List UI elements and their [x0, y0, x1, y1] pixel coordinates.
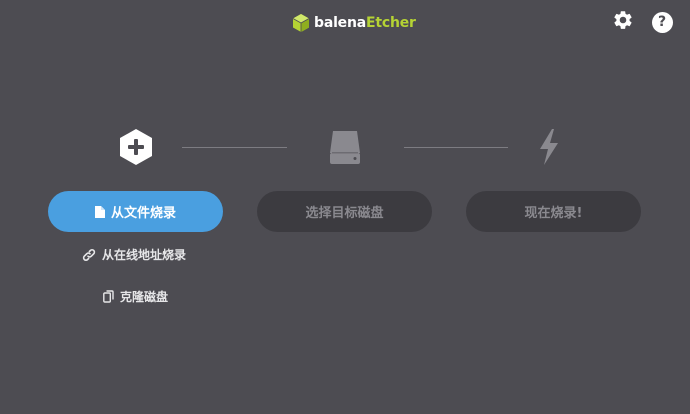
help-icon: ?	[651, 11, 673, 33]
select-target-button[interactable]: 选择目标磁盘	[257, 191, 432, 232]
app-name: balenaEtcher	[314, 15, 416, 31]
cube-icon	[292, 13, 310, 33]
clone-drive-link[interactable]: 克隆磁盘	[103, 288, 168, 305]
app-name-part-b: Etcher	[365, 15, 416, 31]
flash-from-url-link[interactable]: 从在线地址烧录	[82, 246, 186, 263]
settings-button[interactable]	[612, 11, 634, 33]
link-icon	[82, 248, 96, 262]
lightning-icon	[531, 127, 567, 167]
file-icon	[94, 205, 105, 218]
balena-etcher-logo: balenaEtcher	[292, 12, 416, 34]
app-name-part-a: balena	[314, 15, 366, 31]
clone-drive-label: 克隆磁盘	[120, 290, 169, 304]
flash-label: 现在烧录!	[524, 206, 583, 221]
select-target-label: 选择目标磁盘	[305, 206, 384, 221]
flash-from-file-button[interactable]: 从文件烧录	[48, 191, 223, 232]
help-button[interactable]: ?	[651, 11, 673, 33]
flash-button[interactable]: 现在烧录!	[466, 191, 641, 232]
flash-from-url-label: 从在线地址烧录	[102, 248, 187, 262]
drive-icon	[327, 127, 363, 167]
copy-icon	[103, 290, 114, 303]
flash-from-file-label: 从文件烧录	[110, 206, 176, 221]
step-connector-1	[182, 147, 287, 148]
etcher-window: balenaEtcher ? 从文件烧录 选择目标磁盘 现在烧录! 从在线地址烧…	[0, 0, 690, 414]
plus-hexagon-icon	[118, 127, 154, 167]
gear-icon	[612, 9, 634, 35]
step-connector-2	[404, 147, 508, 148]
